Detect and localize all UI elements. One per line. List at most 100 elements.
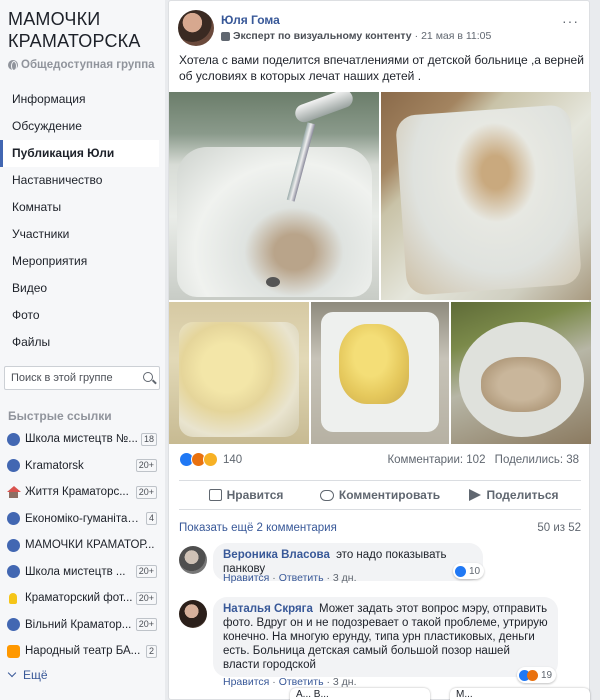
comment-bubble: Наталья Скряга Может задать этот вопрос … bbox=[213, 597, 558, 677]
nav-item-rooms[interactable]: Комнаты bbox=[0, 194, 165, 221]
post-text: Хотела с вами поделится впечатлениями от… bbox=[179, 53, 584, 83]
comment-label: Комментировать bbox=[338, 488, 441, 502]
comment-reaction-count: 19 bbox=[541, 669, 553, 681]
share-icon bbox=[469, 489, 482, 501]
nav-item-members[interactable]: Участники bbox=[0, 221, 165, 248]
quick-links-more[interactable]: Ещё bbox=[0, 665, 165, 685]
search-icon[interactable] bbox=[143, 372, 153, 382]
quick-link-label: Економіко-гуманітар... bbox=[25, 512, 143, 525]
comment-reply-link[interactable]: Ответить bbox=[279, 572, 324, 584]
quick-link-label: Народный театр БА... bbox=[25, 645, 141, 658]
quick-link-item[interactable]: МАМОЧКИ КРАМАТОР... bbox=[0, 532, 165, 559]
like-button[interactable]: Нравится bbox=[179, 481, 313, 509]
group-search-input[interactable]: Поиск в этой группе bbox=[4, 366, 160, 390]
chat-tab[interactable]: М... bbox=[450, 688, 590, 700]
like-reaction-icon bbox=[455, 565, 466, 577]
quick-links-more-label: Ещё bbox=[23, 667, 48, 682]
comment-author[interactable]: Наталья Скряга bbox=[223, 603, 313, 615]
share-button[interactable]: Поделиться bbox=[447, 481, 581, 509]
post-time[interactable]: 21 мая в 11:05 bbox=[421, 30, 491, 42]
chevron-down-icon bbox=[7, 668, 17, 677]
shares-stat[interactable]: Поделились: 38 bbox=[495, 454, 579, 466]
quick-link-badge: 2 bbox=[145, 644, 157, 658]
quick-link-label: Школа мистецтв ... bbox=[25, 565, 126, 578]
quick-link-badge: 20+ bbox=[135, 485, 157, 499]
comment-time[interactable]: 3 дн. bbox=[333, 676, 357, 688]
quick-link-label: Краматорский фот... bbox=[25, 592, 133, 605]
comment-reactions[interactable]: 19 bbox=[517, 667, 557, 683]
quick-link-label: Kramatorsk bbox=[25, 459, 84, 472]
comments-stat[interactable]: Комментарии: 102 bbox=[387, 454, 485, 466]
photo-food-3[interactable] bbox=[451, 302, 591, 444]
nav-item-files[interactable]: Файлы bbox=[0, 329, 165, 356]
quick-link-badge: 20+ bbox=[135, 565, 157, 579]
comment-time[interactable]: 3 дн. bbox=[333, 572, 357, 584]
expert-badge-icon bbox=[221, 31, 230, 41]
comment-reaction-count: 10 bbox=[469, 565, 481, 577]
quick-link-item[interactable]: Народный театр БА... 2 bbox=[0, 638, 165, 665]
bulb-icon bbox=[9, 592, 17, 604]
post-reactions[interactable]: 140 bbox=[179, 452, 242, 467]
globe-icon bbox=[8, 60, 18, 71]
quick-link-item[interactable]: Вільний Краматор... 20+ bbox=[0, 612, 165, 639]
comment-author[interactable]: Вероника Власова bbox=[223, 549, 330, 561]
group-icon bbox=[7, 618, 20, 632]
house-icon bbox=[7, 485, 21, 499]
author-avatar[interactable] bbox=[178, 10, 214, 46]
group-icon bbox=[7, 459, 20, 473]
comments-counter: 50 из 52 bbox=[537, 522, 581, 534]
angry-reaction-icon bbox=[527, 669, 538, 681]
quick-link-badge: 20+ bbox=[135, 459, 157, 473]
quick-link-item[interactable]: Краматорский фот... 20+ bbox=[0, 585, 165, 612]
chat-tab[interactable]: А... В... bbox=[290, 688, 430, 700]
comment-like-link[interactable]: Нравится bbox=[223, 676, 269, 688]
quick-link-badge: 4 bbox=[145, 512, 157, 526]
share-label: Поделиться bbox=[486, 488, 559, 502]
comment-reply-link[interactable]: Ответить bbox=[279, 676, 324, 688]
post-stats: Комментарии: 102 Поделились: 38 bbox=[381, 454, 579, 466]
meta-dot: · bbox=[414, 30, 419, 42]
comment-reactions[interactable]: 10 bbox=[453, 563, 485, 579]
photo-bathtub[interactable] bbox=[169, 92, 379, 300]
comment-button[interactable]: Комментировать bbox=[313, 481, 447, 509]
quick-link-item[interactable]: Економіко-гуманітар... 4 bbox=[0, 506, 165, 533]
quick-link-label: Школа мистецтв №... bbox=[25, 433, 138, 446]
post-photos bbox=[169, 92, 591, 444]
quick-link-item[interactable]: Kramatorsk 20+ bbox=[0, 453, 165, 480]
photo-food-1[interactable] bbox=[169, 302, 309, 444]
group-nav: Информация Обсуждение Публикация Юли Нас… bbox=[0, 86, 165, 356]
nav-item-videos[interactable]: Видео bbox=[0, 275, 165, 302]
app-root: МАМОЧКИ КРАМАТОРСКА Общедоступная группа… bbox=[0, 0, 600, 700]
comment-like-link[interactable]: Нравится bbox=[223, 572, 269, 584]
show-more-comments[interactable]: Показать ещё 2 комментария bbox=[179, 522, 337, 534]
theater-icon bbox=[7, 644, 20, 658]
commenter-avatar[interactable] bbox=[179, 600, 207, 628]
group-title[interactable]: МАМОЧКИ КРАМАТОРСКА bbox=[8, 8, 163, 52]
nav-item-post[interactable]: Публикация Юли bbox=[0, 140, 159, 167]
comment-item: Наталья Скряга Может задать этот вопрос … bbox=[179, 597, 579, 688]
quick-link-label: Життя Краматорс... bbox=[25, 486, 129, 499]
post-author[interactable]: Юля Гома bbox=[221, 13, 280, 27]
post-actions: Нравится Комментировать Поделиться bbox=[179, 480, 581, 510]
nav-item-photos[interactable]: Фото bbox=[0, 302, 165, 329]
nav-item-info[interactable]: Информация bbox=[0, 86, 165, 113]
comments-bar: Показать ещё 2 комментария 50 из 52 bbox=[179, 522, 581, 534]
comment-meta: Нравится · Ответить · 3 дн. bbox=[223, 572, 357, 584]
comment-meta: Нравится · Ответить · 3 дн. bbox=[223, 676, 357, 688]
quick-links-title: Быстрые ссылки bbox=[8, 409, 112, 423]
quick-link-item[interactable]: Школа мистецтв ... 20+ bbox=[0, 559, 165, 586]
group-type-label: Общедоступная группа bbox=[21, 59, 155, 71]
nav-item-mentorship[interactable]: Наставничество bbox=[0, 167, 165, 194]
quick-links-list: Школа мистецтв №... 18 Kramatorsk 20+ Жи… bbox=[0, 426, 165, 685]
quick-link-item[interactable]: Школа мистецтв №... 18 bbox=[0, 426, 165, 453]
nav-item-events[interactable]: Мероприятия bbox=[0, 248, 165, 275]
more-options-icon[interactable]: ··· bbox=[562, 13, 579, 29]
commenter-avatar[interactable] bbox=[179, 546, 207, 574]
quick-link-item[interactable]: Життя Краматорс... 20+ bbox=[0, 479, 165, 506]
group-sidebar: МАМОЧКИ КРАМАТОРСКА Общедоступная группа… bbox=[0, 0, 165, 700]
photo-food-2[interactable] bbox=[311, 302, 449, 444]
photo-pillow[interactable] bbox=[381, 92, 591, 300]
quick-link-badge: 20+ bbox=[135, 618, 157, 632]
nav-item-discussion[interactable]: Обсуждение bbox=[0, 113, 165, 140]
reaction-count: 140 bbox=[223, 453, 243, 466]
